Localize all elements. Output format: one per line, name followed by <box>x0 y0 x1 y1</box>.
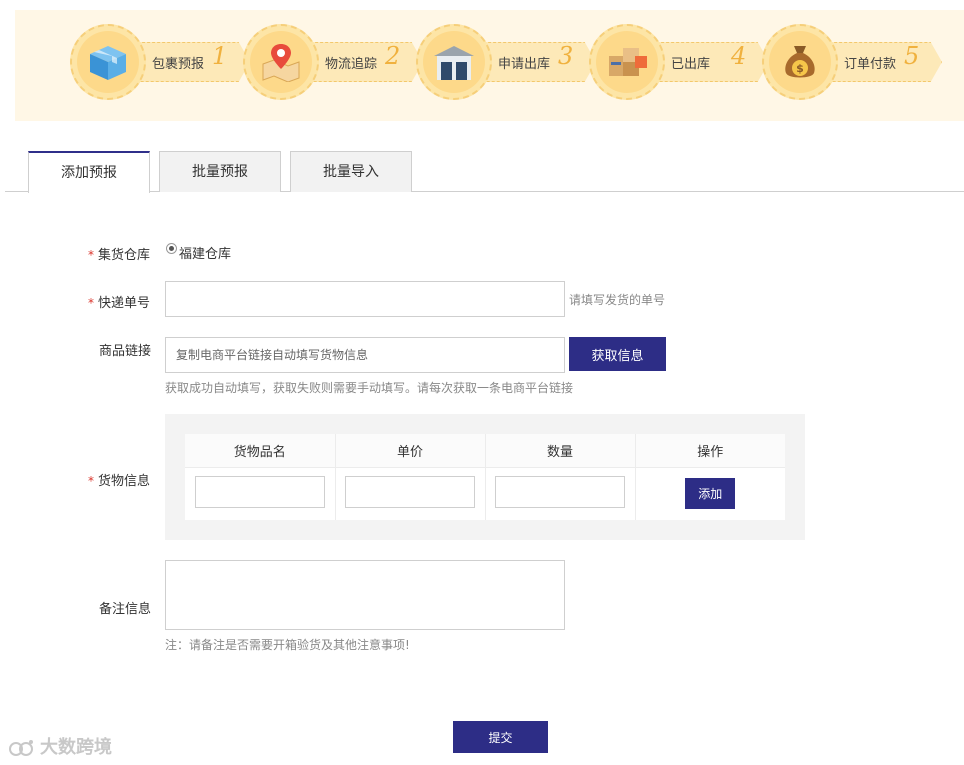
warehouse-option-label: 福建仓库 <box>179 247 232 262</box>
table-row: 添加 <box>185 467 785 520</box>
watermark-logo-icon <box>9 740 33 756</box>
goods-table: 货物品名 单价 数量 操作 添加 <box>185 434 785 520</box>
tab-batch-import[interactable]: 批量导入 <box>290 151 412 192</box>
process-steps-banner: 包裹预报 1 物流追踪 2 申请出库 3 已出库 4 $ 订单付款 5 <box>15 10 964 121</box>
tracking-label: * 快递单号 <box>88 296 151 311</box>
step-number: 2 <box>385 42 401 70</box>
step-label: 包裹预报 <box>152 57 205 72</box>
column-header-unit-price: 单价 <box>335 434 486 468</box>
goods-table-header: 货物品名 单价 数量 操作 <box>185 434 785 468</box>
submit-button[interactable]: 提交 <box>453 721 548 753</box>
step-number: 4 <box>731 42 747 70</box>
column-header-quantity: 数量 <box>485 434 636 468</box>
remarks-hint: 注：请备注是否需要开箱验货及其他注意事项! <box>165 638 410 652</box>
product-link-hint: 获取成功自动填写，获取失败则需要手动填写。请每次获取一条电商平台链接 <box>165 381 574 395</box>
step-label: 物流追踪 <box>325 57 378 72</box>
fetch-info-button[interactable]: 获取信息 <box>569 337 666 371</box>
warehouse-radio[interactable] <box>166 243 177 254</box>
goods-info-label: * 货物信息 <box>88 474 151 489</box>
product-link-label: 商品链接 <box>99 344 152 359</box>
column-header-goods-name: 货物品名 <box>185 434 336 468</box>
step-number: 3 <box>558 42 574 70</box>
goods-name-input[interactable] <box>194 475 325 508</box>
shipped-boxes-icon <box>609 48 647 76</box>
unit-price-input[interactable] <box>345 475 475 508</box>
form-tabs: 添加预报 批量预报 批量导入 <box>5 151 964 193</box>
map-pin-icon <box>262 44 300 82</box>
tracking-number-input[interactable] <box>165 281 565 317</box>
step-number: 1 <box>212 42 228 70</box>
step-label: 订单付款 <box>844 57 897 72</box>
warehouse-icon <box>434 46 474 80</box>
step-number: 5 <box>904 42 920 70</box>
quantity-input[interactable] <box>495 475 625 508</box>
column-header-action: 操作 <box>635 434 785 468</box>
package-box-icon <box>90 46 126 80</box>
warehouse-label: * 集货仓库 <box>88 248 151 263</box>
required-mark: * <box>88 248 94 262</box>
svg-text:$: $ <box>796 62 804 75</box>
add-goods-button[interactable]: 添加 <box>685 478 736 510</box>
tracking-hint: 请填写发货的单号 <box>569 293 666 307</box>
goods-info-panel: 货物品名 单价 数量 操作 添加 <box>165 414 805 540</box>
money-bag-icon: $ <box>785 46 815 78</box>
required-mark: * <box>88 474 94 488</box>
watermark: 大数跨境 <box>8 733 112 759</box>
tab-batch-forecast[interactable]: 批量预报 <box>159 151 281 192</box>
remarks-label: 备注信息 <box>99 602 152 617</box>
product-link-input[interactable]: 复制电商平台链接自动填写货物信息 <box>165 337 565 373</box>
remarks-textarea[interactable] <box>165 560 565 630</box>
step-label: 申请出库 <box>498 57 551 72</box>
required-mark: * <box>88 296 94 310</box>
step-label: 已出库 <box>671 57 711 72</box>
tab-add-forecast[interactable]: 添加预报 <box>28 151 150 193</box>
